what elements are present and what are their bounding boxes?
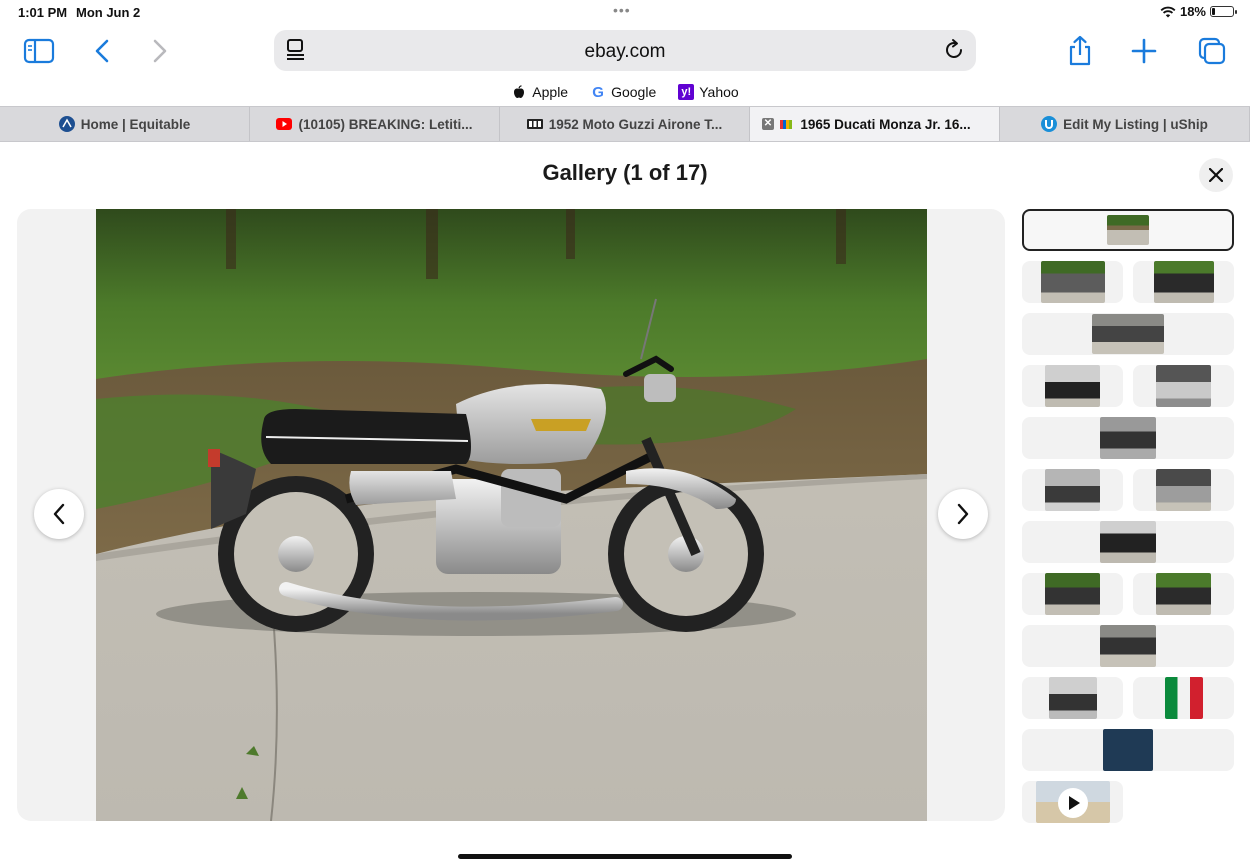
chevron-right-icon <box>153 39 167 63</box>
google-icon: G <box>592 83 604 101</box>
thumbnail-image <box>1092 314 1164 354</box>
favorite-yahoo[interactable]: y! Yahoo <box>678 80 739 104</box>
sidebar-icon <box>23 38 55 64</box>
thumbnail-image <box>1107 215 1149 245</box>
thumbnail[interactable] <box>1133 469 1234 511</box>
thumbnail[interactable] <box>1022 625 1234 667</box>
battery-icon <box>1210 6 1237 17</box>
thumbnail-image <box>1045 365 1100 407</box>
thumbnail-image <box>1156 365 1211 407</box>
share-icon <box>1069 35 1091 66</box>
chevron-left-icon <box>53 503 65 525</box>
tab-ducati[interactable]: ✕ 1965 Ducati Monza Jr. 16... <box>750 107 1000 141</box>
back-button[interactable] <box>84 34 120 68</box>
thumbnail-image <box>1040 261 1105 303</box>
favorite-label: Apple <box>532 84 569 100</box>
apple-icon <box>511 84 527 100</box>
favorite-label: Yahoo <box>699 84 739 100</box>
thumbnail[interactable] <box>1022 521 1234 563</box>
youtube-icon <box>276 118 293 130</box>
tab-label: 1952 Moto Guzzi Airone T... <box>548 116 723 132</box>
thumbnail[interactable] <box>1022 729 1234 771</box>
tab-bar: Home | Equitable (10105) BREAKING: Letit… <box>0 106 1250 142</box>
play-icon <box>1058 788 1088 818</box>
tab-youtube[interactable]: (10105) BREAKING: Letiti... <box>250 107 500 141</box>
main-photo[interactable] <box>96 209 927 821</box>
thumbnail-image <box>1100 417 1156 459</box>
tabs-icon <box>1198 37 1226 65</box>
thumbnail-image <box>1156 573 1211 615</box>
gallery-stage <box>17 209 1005 821</box>
tab-uship[interactable]: Edit My Listing | uShip <box>1000 107 1250 141</box>
reload-icon <box>946 39 962 58</box>
thumbnail-image <box>1045 469 1100 511</box>
favorite-label: Google <box>611 84 657 100</box>
previous-image-button[interactable] <box>34 489 84 539</box>
battery-percent: 18% <box>1179 4 1206 19</box>
thumbnail-strip <box>1022 209 1234 833</box>
status-bar: 1:01 PM Mon Jun 2 ••• 18% <box>0 0 1250 26</box>
close-icon <box>1209 168 1223 182</box>
forward-button[interactable] <box>142 34 178 68</box>
thumbnail-image <box>1153 261 1214 303</box>
thumbnail-image <box>1103 729 1153 771</box>
thumbnail[interactable] <box>1133 261 1234 303</box>
thumbnail[interactable] <box>1133 573 1234 615</box>
multitasking-dots-icon[interactable]: ••• <box>613 2 631 18</box>
tab-overview-button[interactable] <box>1194 34 1230 68</box>
url-text: ebay.com <box>584 41 666 62</box>
close-tab-icon[interactable]: ✕ <box>762 118 774 130</box>
thumbnail-image <box>1045 573 1100 615</box>
equitable-icon <box>58 116 75 132</box>
thumbnail[interactable] <box>1022 365 1123 407</box>
chevron-left-icon <box>95 39 109 63</box>
video-thumbnail[interactable] <box>1022 781 1123 823</box>
new-tab-button[interactable] <box>1126 34 1162 68</box>
favorites-bar: Apple G Google y! Yahoo <box>0 80 1250 104</box>
sidebar-toggle-button[interactable] <box>21 34 57 68</box>
tab-label: Home | Equitable <box>80 116 191 132</box>
favorite-google[interactable]: G Google <box>590 80 656 104</box>
thumbnail[interactable] <box>1022 677 1123 719</box>
home-indicator[interactable] <box>458 854 792 859</box>
thumbnail[interactable] <box>1133 677 1234 719</box>
chevron-right-icon <box>957 503 969 525</box>
tab-label: 1965 Ducati Monza Jr. 16... <box>800 116 971 132</box>
yahoo-icon: y! <box>678 84 695 100</box>
tab-equitable[interactable]: Home | Equitable <box>0 107 250 141</box>
thumbnail-image <box>1100 521 1156 563</box>
bat-icon <box>526 119 543 129</box>
status-date: Mon Jun 2 <box>76 5 141 20</box>
share-button[interactable] <box>1062 34 1098 68</box>
uship-icon <box>1041 116 1058 132</box>
status-indicators: 18% <box>1160 4 1237 19</box>
tab-label: Edit My Listing | uShip <box>1063 116 1208 132</box>
reload-button[interactable] <box>942 38 966 67</box>
tab-label: (10105) BREAKING: Letiti... <box>298 116 473 132</box>
thumbnail-image <box>1156 469 1211 511</box>
ebay-icon <box>780 120 793 129</box>
thumbnail-image <box>1048 677 1097 719</box>
battery-level <box>1212 8 1216 15</box>
thumbnail[interactable] <box>1022 417 1234 459</box>
next-image-button[interactable] <box>938 489 988 539</box>
thumbnail[interactable] <box>1022 573 1123 615</box>
plus-icon <box>1131 38 1157 64</box>
close-gallery-button[interactable] <box>1199 158 1233 192</box>
thumbnail-image <box>1164 677 1203 719</box>
thumbnail[interactable] <box>1022 313 1234 355</box>
gallery-title: Gallery (1 of 17) <box>542 160 708 185</box>
thumbnail[interactable] <box>1022 209 1234 251</box>
thumbnail[interactable] <box>1133 365 1234 407</box>
thumbnail-image <box>1100 625 1156 667</box>
thumbnail[interactable] <box>1022 469 1123 511</box>
tab-moto-guzzi[interactable]: 1952 Moto Guzzi Airone T... <box>500 107 750 141</box>
browser-toolbar: ebay.com <box>0 26 1250 76</box>
status-time: 1:01 PM <box>18 5 68 20</box>
thumbnail[interactable] <box>1022 261 1123 303</box>
wifi-icon <box>1160 6 1176 17</box>
favorite-apple[interactable]: Apple <box>511 80 568 104</box>
address-bar[interactable]: ebay.com <box>274 30 976 71</box>
